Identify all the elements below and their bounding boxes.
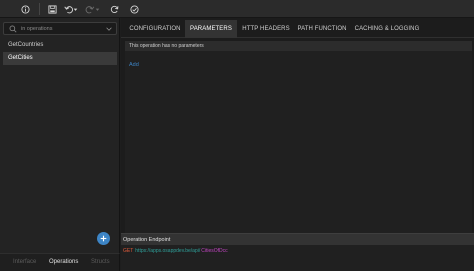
tab-path-function[interactable]: PATH FUNCTION [296, 20, 348, 38]
chevron-down-icon[interactable] [106, 26, 112, 32]
tab-caching-logging[interactable]: CACHING & LOGGING [354, 20, 420, 38]
redo-icon[interactable] [84, 2, 102, 16]
toolbar [0, 0, 474, 18]
search-box[interactable] [3, 22, 117, 35]
editor-tabs: CONFIGURATION PARAMETERS HTTP HEADERS PA… [121, 20, 474, 38]
check-icon[interactable] [128, 2, 140, 16]
endpoint-base-url: https://apps.osappdev.be/api/ [135, 248, 201, 254]
tab-operations[interactable]: Operations [49, 254, 78, 271]
info-icon[interactable] [19, 2, 31, 16]
operation-item-getcountries[interactable]: GetCountries [3, 39, 117, 52]
operation-editor: CONFIGURATION PARAMETERS HTTP HEADERS PA… [121, 18, 474, 271]
tab-structs[interactable]: Structs [91, 254, 110, 271]
tab-parameters[interactable]: PARAMETERS [185, 20, 237, 38]
add-operation-button[interactable] [97, 232, 110, 245]
refresh-icon[interactable] [108, 2, 120, 16]
plus-icon [100, 235, 107, 242]
bottom-tabs: Interface Operations Structs [0, 253, 120, 271]
endpoint-path: CitiesOfDcc [201, 248, 228, 254]
undo-icon[interactable] [62, 2, 80, 16]
operations-panel: GetCountries GetCities [0, 18, 120, 253]
toolbar-separator [39, 3, 40, 15]
tab-configuration[interactable]: CONFIGURATION [126, 20, 184, 38]
operation-endpoint-panel: Operation Endpoint GET https://apps.osapp… [121, 233, 474, 271]
add-parameter-link[interactable]: Add [129, 62, 139, 68]
endpoint-title: Operation Endpoint [121, 233, 474, 245]
operations-list: GetCountries GetCities [3, 39, 117, 65]
search-icon [9, 25, 17, 32]
endpoint-url: GET https://apps.osappdev.be/api/CitiesOf… [123, 248, 228, 254]
save-icon[interactable] [46, 2, 58, 16]
endpoint-method: GET [123, 248, 134, 254]
tab-interface[interactable]: Interface [13, 254, 36, 271]
tab-http-headers[interactable]: HTTP HEADERS [239, 20, 293, 38]
no-parameters-notice: This operation has no parameters [125, 41, 472, 51]
operation-item-getcities[interactable]: GetCities [3, 52, 117, 65]
parameters-content: This operation has no parameters Add [125, 41, 472, 233]
search-input[interactable] [21, 25, 106, 32]
